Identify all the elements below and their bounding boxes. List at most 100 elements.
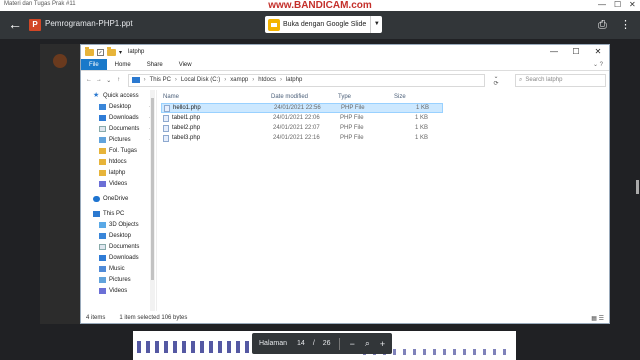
sidebar-item-label: Music xyxy=(109,265,125,272)
videos-icon xyxy=(99,180,106,187)
print-icon[interactable]: ⎙ xyxy=(598,19,607,32)
breadcrumb-local-disk[interactable]: Local Disk (C:) xyxy=(181,77,220,83)
properties-icon[interactable]: ✓ xyxy=(97,48,104,56)
new-folder-icon[interactable] xyxy=(107,46,116,56)
sidebar-item-downloads[interactable]: Downloads⊀ xyxy=(81,112,156,123)
sidebar-item-this-pc[interactable]: This PC xyxy=(81,208,156,219)
arrow-left-icon[interactable]: ← xyxy=(8,16,22,32)
file-row[interactable]: tabel1.php 24/01/2021 22:06 PHP File 1 KB xyxy=(161,113,443,123)
page-label: Halaman xyxy=(259,340,288,347)
file-name-cell: hello1.php xyxy=(162,104,274,112)
close-button[interactable]: ✕ xyxy=(629,0,636,9)
breadcrumb-xampp[interactable]: xampp xyxy=(230,77,248,83)
current-page-input[interactable]: 14 xyxy=(297,340,305,347)
desktop-icon xyxy=(99,232,106,239)
minimize-button[interactable]: — xyxy=(543,45,565,59)
computer-icon xyxy=(131,77,140,83)
column-size[interactable]: Size xyxy=(394,94,430,100)
recent-locations-icon[interactable]: ⌄ xyxy=(104,77,114,84)
file-type: PHP File xyxy=(340,115,364,121)
sidebar-item-pictures[interactable]: Pictures xyxy=(81,274,156,285)
folder-icon xyxy=(99,147,106,154)
sidebar-item-3d-objects[interactable]: 3D Objects xyxy=(81,219,156,230)
ribbon-expand-button[interactable]: ⌄ ? xyxy=(587,59,609,70)
tab-view[interactable]: View xyxy=(171,59,200,70)
php-file-icon xyxy=(163,134,169,142)
zoom-out-button[interactable]: − xyxy=(350,339,355,349)
sidebar-item-documents[interactable]: Documents xyxy=(81,241,156,252)
navigation-pane: ★Quick accessDesktop⊀Downloads⊀Documents… xyxy=(81,90,157,311)
tab-share[interactable]: Share xyxy=(139,59,171,70)
breadcrumb-this-pc[interactable]: This PC xyxy=(150,77,171,83)
sidebar-item-htdocs[interactable]: htdocs xyxy=(81,156,156,167)
sidebar-item-desktop[interactable]: Desktop xyxy=(81,230,156,241)
breadcrumb-latphp[interactable]: latphp xyxy=(286,77,302,83)
breadcrumb[interactable]: › This PC › Local Disk (C:) › xampp › ht… xyxy=(127,73,486,87)
file-row[interactable]: tabel2.php 24/01/2021 22:07 PHP File 1 KB xyxy=(161,123,443,133)
tab-home[interactable]: Home xyxy=(107,59,139,70)
php-file-icon xyxy=(163,114,169,122)
maximize-button[interactable]: ☐ xyxy=(614,0,621,9)
maximize-button[interactable]: ☐ xyxy=(565,45,587,59)
refresh-icon[interactable]: ⌄ ⟳ xyxy=(493,73,505,87)
file-type: PHP File xyxy=(340,125,364,131)
close-button[interactable]: ✕ xyxy=(587,45,609,59)
sidebar-item-fol-tugas[interactable]: Fol. Tugas xyxy=(81,145,156,156)
sidebar-item-latphp[interactable]: latphp xyxy=(81,167,156,178)
file-name: tabel3.php xyxy=(172,135,201,141)
open-with-google-slides-button[interactable]: Buka dengan Google Slide ▼ xyxy=(265,16,383,33)
pictures-icon xyxy=(99,136,106,143)
page-navigator: Halaman 14 / 26 − ⌕ + xyxy=(252,333,392,354)
sidebar-item-label: Quick access xyxy=(103,92,139,99)
file-name-cell: tabel2.php xyxy=(161,124,273,132)
star-icon: ★ xyxy=(93,91,100,99)
powerpoint-icon: P xyxy=(29,19,41,31)
address-bar-row: ← → ⌄ ↑ › This PC › Local Disk (C:) › xa… xyxy=(81,71,609,89)
sidebar-item-music[interactable]: Music xyxy=(81,263,156,274)
sidebar-item-documents[interactable]: Documents⊀ xyxy=(81,123,156,134)
open-with-label: Buka dengan Google Slide xyxy=(283,21,367,28)
folder-icon xyxy=(99,158,106,165)
php-file-icon xyxy=(164,104,170,112)
3d-objects-icon xyxy=(99,221,106,228)
minimize-button[interactable]: — xyxy=(598,0,606,9)
viewer-scrollbar[interactable] xyxy=(636,180,639,194)
file-name: hello1.php xyxy=(173,105,201,111)
sidebar-item-desktop[interactable]: Desktop⊀ xyxy=(81,101,156,112)
pictures-icon xyxy=(99,276,106,283)
column-type[interactable]: Type xyxy=(338,94,394,100)
view-toggle[interactable]: ▦ ☰ xyxy=(591,315,604,322)
zoom-icon[interactable]: ⌕ xyxy=(365,338,370,349)
search-placeholder: Search latphp xyxy=(525,77,563,83)
sidebar-item-onedrive[interactable]: OneDrive xyxy=(81,193,156,204)
scrollbar-thumb[interactable] xyxy=(151,98,154,280)
search-input[interactable]: ⌕ Search latphp xyxy=(515,73,607,87)
sidebar-scrollbar[interactable] xyxy=(150,90,155,311)
sidebar-item-label: Pictures xyxy=(109,276,131,283)
file-row[interactable]: tabel3.php 24/01/2021 22:16 PHP File 1 KB xyxy=(161,133,443,143)
explorer-body: ★Quick accessDesktop⊀Downloads⊀Documents… xyxy=(81,90,609,311)
column-date-modified[interactable]: Date modified xyxy=(271,94,338,100)
sidebar-item-label: Desktop xyxy=(109,103,132,110)
column-name[interactable]: Name xyxy=(157,94,271,100)
back-icon[interactable]: ← xyxy=(84,77,94,83)
up-icon[interactable]: ↑ xyxy=(114,77,124,83)
tab-file[interactable]: File xyxy=(81,59,107,70)
computer-icon xyxy=(93,210,100,217)
chevron-down-icon[interactable]: ▾ xyxy=(119,49,122,56)
forward-icon[interactable]: → xyxy=(94,77,104,83)
more-options-icon[interactable]: ⋮ xyxy=(620,18,631,31)
file-row[interactable]: hello1.php 24/01/2021 22:56 PHP File 1 KB xyxy=(161,103,443,113)
page-separator: / xyxy=(312,340,315,347)
onedrive-icon xyxy=(93,195,100,202)
file-size: 1 KB xyxy=(414,135,428,141)
sidebar-item-pictures[interactable]: Pictures⊀ xyxy=(81,134,156,145)
chevron-down-icon[interactable]: ▼ xyxy=(370,16,382,33)
sidebar-item-quick-access[interactable]: ★ Quick access xyxy=(81,90,156,101)
sidebar-item-downloads[interactable]: Downloads xyxy=(81,252,156,263)
breadcrumb-htdocs[interactable]: htdocs xyxy=(258,77,276,83)
sidebar-item-videos[interactable]: Videos xyxy=(81,178,156,189)
sidebar-item-videos[interactable]: Videos xyxy=(81,285,156,296)
zoom-in-button[interactable]: + xyxy=(380,339,385,349)
explorer-title-bar: ✓ ▾ latphp — ☐ ✕ xyxy=(81,45,609,59)
